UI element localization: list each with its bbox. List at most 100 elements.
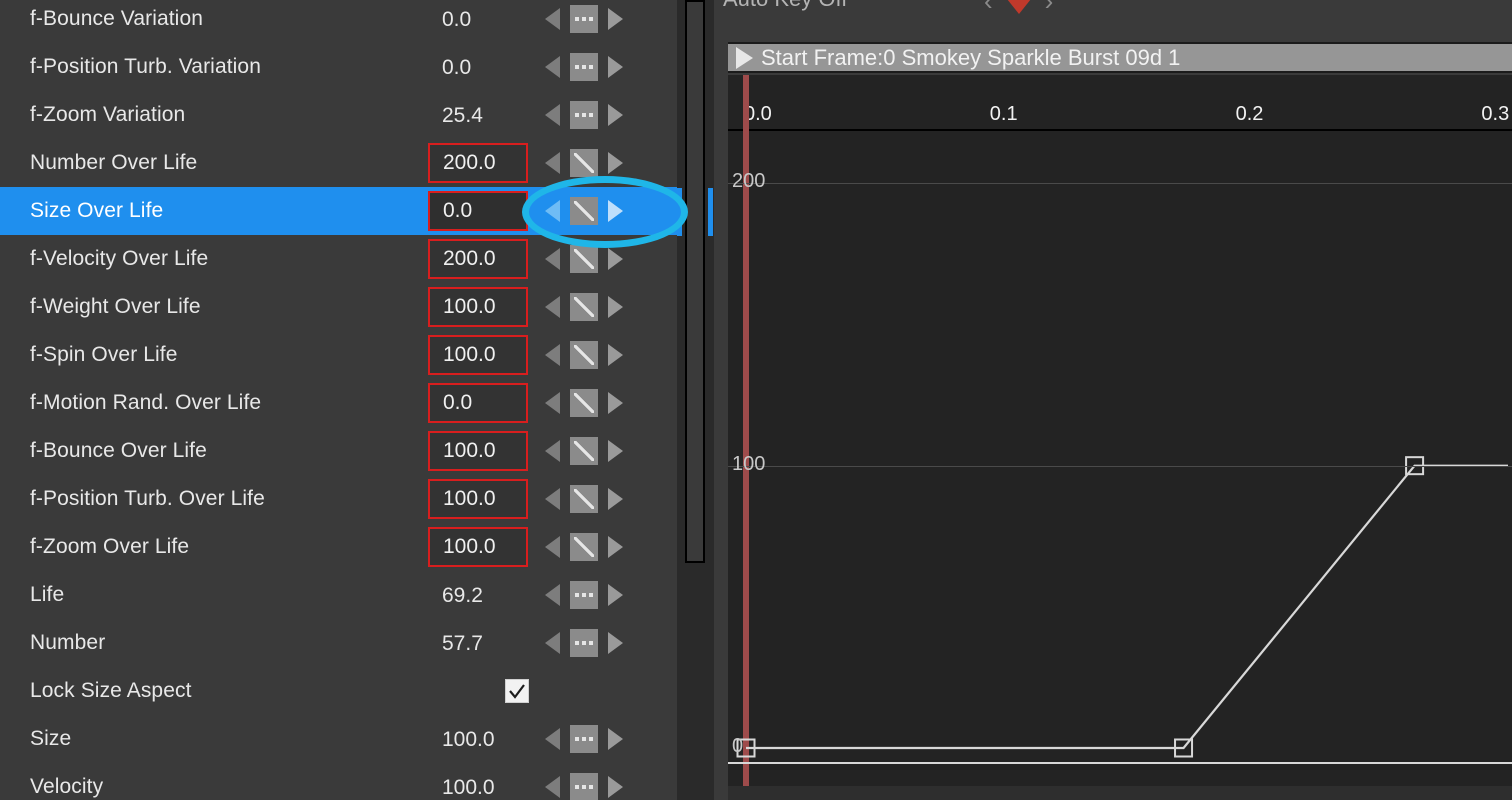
increment-arrow-icon[interactable] (608, 632, 623, 654)
parameter-spinner-controls (545, 91, 623, 139)
parameter-row[interactable]: Velocity 100.0 (0, 763, 677, 800)
curve-icon[interactable] (570, 293, 598, 321)
parameter-value-field[interactable]: 200.0 (428, 239, 528, 279)
dots-icon[interactable] (570, 53, 598, 81)
increment-arrow-icon[interactable] (608, 536, 623, 558)
prev-keyframe-icon[interactable]: ‹ (984, 0, 993, 14)
parameter-value-field[interactable]: 100.0 (428, 431, 528, 471)
parameter-row[interactable]: f-Bounce Variation 0.0 (0, 0, 677, 43)
time-ruler[interactable]: 0.0 0.1 0.2 0.3 (728, 75, 1512, 131)
next-keyframe-icon[interactable]: › (1045, 0, 1054, 14)
increment-arrow-icon[interactable] (608, 584, 623, 606)
curve-plot-area[interactable]: 200 100 0 (728, 131, 1512, 786)
decrement-arrow-icon[interactable] (545, 152, 560, 174)
dots-icon[interactable] (570, 101, 598, 129)
increment-arrow-icon[interactable] (608, 8, 623, 30)
increment-arrow-icon[interactable] (608, 56, 623, 78)
increment-arrow-icon[interactable] (608, 728, 623, 750)
increment-arrow-icon[interactable] (608, 440, 623, 462)
decrement-arrow-icon[interactable] (545, 296, 560, 318)
decrement-arrow-icon[interactable] (545, 104, 560, 126)
parameter-row[interactable]: f-Bounce Over Life 100.0 (0, 427, 677, 475)
parameter-row[interactable]: f-Spin Over Life 100.0 (0, 331, 677, 379)
parameter-value-field[interactable]: 100.0 (428, 287, 528, 327)
x-axis-tick-label: 0.3 (1481, 103, 1510, 125)
curve-icon[interactable] (570, 485, 598, 513)
parameter-value-field[interactable]: 0.0 (428, 191, 528, 231)
decrement-arrow-icon[interactable] (545, 776, 560, 798)
y-axis-tick-label: 0 (732, 735, 744, 757)
curve-icon[interactable] (570, 149, 598, 177)
increment-arrow-icon[interactable] (608, 488, 623, 510)
playhead-ruler-marker[interactable] (743, 75, 749, 131)
parameter-value-field[interactable]: 0.0 (442, 56, 471, 80)
increment-arrow-icon[interactable] (608, 344, 623, 366)
dots-icon[interactable] (570, 5, 598, 33)
decrement-arrow-icon[interactable] (545, 392, 560, 414)
decrement-arrow-icon[interactable] (545, 584, 560, 606)
curve-icon[interactable] (570, 197, 598, 225)
lock-size-aspect-checkbox[interactable] (505, 679, 529, 703)
add-keyframe-icon[interactable] (1002, 0, 1035, 14)
curve-editor-panel[interactable]: Auto Key Off ‹ › Start Frame:0 Smokey Sp… (714, 0, 1512, 800)
dots-icon[interactable] (570, 773, 598, 800)
parameter-value-field[interactable]: 100.0 (442, 776, 495, 800)
increment-arrow-icon[interactable] (608, 104, 623, 126)
decrement-arrow-icon[interactable] (545, 440, 560, 462)
decrement-arrow-icon[interactable] (545, 8, 560, 30)
parameter-spinner-controls (545, 523, 623, 571)
parameter-row[interactable]: Size 100.0 (0, 715, 677, 763)
parameter-value-field[interactable]: 100.0 (442, 728, 495, 752)
parameter-list-panel[interactable]: f-Bounce Variation 0.0 f-Position Turb. Va… (0, 0, 677, 800)
parameter-value-field[interactable]: 100.0 (428, 479, 528, 519)
curve-icon[interactable] (570, 437, 598, 465)
parameter-value-field[interactable]: 57.7 (442, 632, 483, 656)
decrement-arrow-icon[interactable] (545, 56, 560, 78)
parameter-row[interactable]: Size Over Life 0.0 (0, 187, 677, 235)
scrollbar-thumb[interactable] (685, 0, 705, 563)
parameter-value-field[interactable]: 0.0 (442, 8, 471, 32)
increment-arrow-icon[interactable] (608, 296, 623, 318)
increment-arrow-icon[interactable] (608, 392, 623, 414)
increment-arrow-icon[interactable] (608, 248, 623, 270)
decrement-arrow-icon[interactable] (545, 728, 560, 750)
decrement-arrow-icon[interactable] (545, 632, 560, 654)
parameter-spinner-controls (545, 427, 623, 475)
parameter-value-field[interactable]: 0.0 (428, 383, 528, 423)
parameter-row[interactable]: f-Position Turb. Over Life 100.0 (0, 475, 677, 523)
parameter-row[interactable]: f-Position Turb. Variation 0.0 (0, 43, 677, 91)
parameter-row[interactable]: f-Velocity Over Life 200.0 (0, 235, 677, 283)
parameter-value-field[interactable]: 69.2 (442, 584, 483, 608)
parameter-value-field[interactable]: 100.0 (428, 527, 528, 567)
parameter-value-field[interactable]: 100.0 (428, 335, 528, 375)
increment-arrow-icon[interactable] (608, 152, 623, 174)
parameter-value-field[interactable]: 25.4 (442, 104, 483, 128)
decrement-arrow-icon[interactable] (545, 200, 560, 222)
parameter-row[interactable]: Lock Size Aspect (0, 667, 677, 715)
decrement-arrow-icon[interactable] (545, 344, 560, 366)
increment-arrow-icon[interactable] (608, 776, 623, 798)
curve-icon[interactable] (570, 341, 598, 369)
curve-title-bar[interactable]: Start Frame:0 Smokey Sparkle Burst 09d 1 (728, 42, 1512, 73)
dots-icon[interactable] (570, 581, 598, 609)
decrement-arrow-icon[interactable] (545, 536, 560, 558)
parameter-row[interactable]: Life 69.2 (0, 571, 677, 619)
decrement-arrow-icon[interactable] (545, 248, 560, 270)
curve-icon[interactable] (570, 245, 598, 273)
parameter-row[interactable]: Number 57.7 (0, 619, 677, 667)
dots-icon[interactable] (570, 629, 598, 657)
curve-icon[interactable] (570, 533, 598, 561)
parameter-row[interactable]: f-Motion Rand. Over Life 0.0 (0, 379, 677, 427)
increment-arrow-icon[interactable] (608, 200, 623, 222)
auto-key-status-label[interactable]: Auto Key Off (723, 0, 847, 12)
parameter-row[interactable]: f-Zoom Over Life 100.0 (0, 523, 677, 571)
decrement-arrow-icon[interactable] (545, 488, 560, 510)
dots-icon[interactable] (570, 725, 598, 753)
parameter-list-scrollbar[interactable] (677, 0, 714, 800)
expand-triangle-icon[interactable] (736, 46, 753, 69)
curve-icon[interactable] (570, 389, 598, 417)
parameter-row[interactable]: f-Weight Over Life 100.0 (0, 283, 677, 331)
parameter-value-field[interactable]: 200.0 (428, 143, 528, 183)
parameter-row[interactable]: f-Zoom Variation 25.4 (0, 91, 677, 139)
parameter-row[interactable]: Number Over Life 200.0 (0, 139, 677, 187)
